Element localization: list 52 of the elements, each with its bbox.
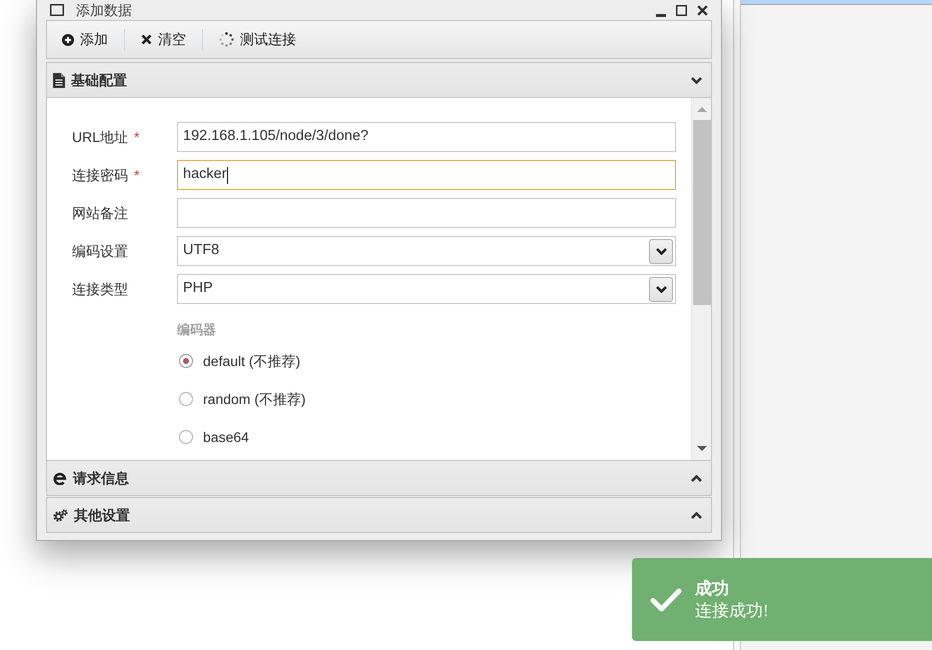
option-label[interactable]: base64 [203,426,249,448]
spinner-icon [219,32,234,47]
window-title: 添加数据 [76,1,132,19]
chevron-down-icon [656,248,666,254]
section-header[interactable]: 其他设置 [46,497,712,533]
toast-message: 连接成功! [695,600,769,622]
chevron-up-icon[interactable] [691,512,702,518]
field-label: 编码设置 [72,242,128,260]
maximize-icon[interactable] [676,4,687,16]
select-field[interactable]: UTF8 [177,236,676,266]
document-icon [53,72,65,88]
chevron-down-icon[interactable] [691,76,702,84]
close-icon[interactable] [697,4,708,16]
plus-circle-icon [62,34,74,46]
toolbar-button[interactable]: 清空 [133,26,194,54]
select-field[interactable]: PHP [177,274,676,304]
input-field[interactable] [177,198,676,228]
gears-icon [53,508,68,522]
chevron-down-icon [656,286,666,292]
e-icon [53,471,67,485]
checkmark-icon [650,588,682,612]
option-label[interactable]: default (不推荐) [203,350,300,372]
field-label: 连接类型 [72,280,128,298]
option-label[interactable]: random (不推荐) [203,388,306,410]
section-header[interactable]: 请求信息 [46,460,712,496]
group-label: 编码器 [177,321,216,340]
field-label: 网站备注 [72,204,128,222]
toolbar-button[interactable]: 测试连接 [211,26,304,54]
field-label: 连接密码 [72,166,128,184]
cross-icon [141,34,152,45]
dropdown-button[interactable] [649,276,673,302]
section-header[interactable]: 基础配置 [46,62,712,98]
section-title: 基础配置 [71,70,127,90]
radio-button[interactable] [179,430,193,444]
scroll-down-icon[interactable] [696,446,706,451]
section-title: 请求信息 [73,468,129,488]
window-icon [50,4,64,16]
scrollbar[interactable] [691,98,711,460]
text-cursor [226,166,228,184]
chevron-up-icon[interactable] [691,474,702,482]
field-label: URL地址 [72,128,128,146]
input-field[interactable]: hacker [177,160,676,190]
required-mark: * [134,128,140,146]
toast-title: 成功 [695,578,730,600]
dropdown-button[interactable] [649,238,673,264]
section-title: 其他设置 [74,506,130,524]
required-mark: * [134,166,140,184]
scrollbar-thumb[interactable] [692,120,710,305]
radio-button[interactable] [179,392,193,406]
input-field[interactable]: 192.168.1.105/node/3/done? [177,122,676,152]
radio-button[interactable] [179,354,193,368]
toolbar-button[interactable]: 添加 [54,26,116,54]
